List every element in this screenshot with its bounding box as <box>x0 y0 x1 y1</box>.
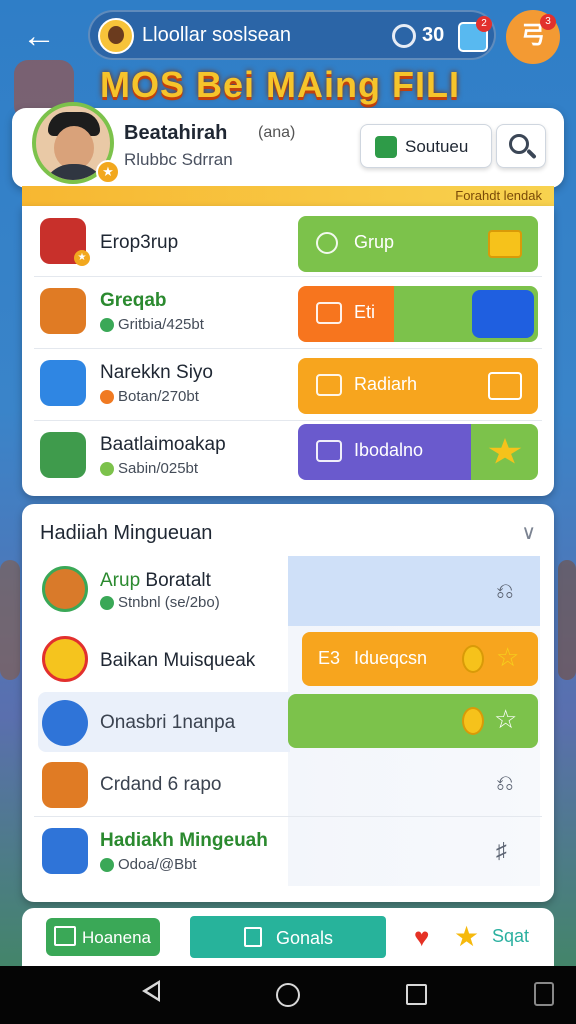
list-item[interactable]: Greqab Gritbia/425bt Eti <box>22 276 554 348</box>
profile-subtitle: Rlubbc Sdrran <box>124 150 233 169</box>
ticket-icon <box>488 230 522 258</box>
profile-tag: (ana) <box>258 124 296 141</box>
search-icon <box>316 232 338 254</box>
menu-badge: 3 <box>540 14 556 30</box>
level-star-icon: ★ <box>96 160 120 184</box>
coin-icon <box>392 24 416 48</box>
item-title: Greqab <box>100 290 167 311</box>
item-subtitle: Sabin/025bt <box>118 460 199 477</box>
home-button[interactable]: Hoanena <box>46 918 160 956</box>
status-icon <box>100 390 114 404</box>
list-item[interactable]: Baatlaimoakap Sabin/025bt Ibodalno <box>22 420 554 492</box>
check-icon <box>100 318 114 332</box>
item-title: Baikan Muisqueak <box>100 650 256 671</box>
list-item[interactable]: Crdand 6 rapo ⎌ <box>22 754 554 816</box>
bell-icon[interactable]: ⎌ <box>496 770 514 796</box>
info-strip: Forahdt lendak <box>22 186 554 206</box>
rotate-icon[interactable] <box>534 982 554 1006</box>
check-icon <box>100 858 114 872</box>
list-item[interactable]: Hadiakh Mingeuah Odoa/@Bbt ♯ <box>22 816 554 888</box>
chat-icon <box>316 374 342 396</box>
weekly-reward-panel: Hadiiah Mingueuan ∨ Arup Boratalt Stnbnl… <box>22 504 554 902</box>
list-item[interactable]: Onasbri 1nanpa ☆ <box>22 692 554 754</box>
coin-count: 30 <box>422 24 445 46</box>
gift-badge: 2 <box>476 16 492 32</box>
item-title: Hadiakh Mingeuah <box>100 830 268 851</box>
claim-button[interactable]: ☆ <box>288 694 538 748</box>
start-label[interactable]: Sqat <box>492 926 529 947</box>
star-icon: ☆ <box>496 642 520 672</box>
item-title: Crdand 6 rapo <box>100 774 222 795</box>
item-title: Baatlaimoakap <box>100 434 226 455</box>
smiley-icon <box>42 636 88 682</box>
nav-recent-apps-icon[interactable] <box>406 984 427 1005</box>
edit-icon <box>316 302 342 324</box>
shop-icon <box>42 828 88 874</box>
shop-icon <box>40 432 86 478</box>
heart-icon[interactable]: ♥ <box>414 922 429 953</box>
item-subtitle: Botan/270bt <box>118 388 199 405</box>
puzzle-icon[interactable]: ♯ <box>496 838 507 864</box>
item-subtitle: Gritbia/425bt <box>118 316 204 333</box>
top-username: Lloollar soslsean <box>142 24 291 46</box>
group-button[interactable]: Grup <box>298 216 538 272</box>
user-pill[interactable]: Lloollar soslsean 30 2 <box>88 10 496 60</box>
game-banner-title: MOS Bei MAing FILI <box>100 64 460 105</box>
coin-icon <box>462 707 484 735</box>
gift-box-icon <box>40 288 86 334</box>
background-tile <box>558 560 576 680</box>
star-icon[interactable]: ★ <box>454 920 479 953</box>
goals-icon <box>244 927 262 947</box>
bottom-action-bar: Hoanena Gonals ♥ ★ Sqat <box>22 908 554 966</box>
background-tile <box>0 560 20 680</box>
star-icon <box>488 438 522 464</box>
gift-box-icon <box>42 762 88 808</box>
back-arrow-icon[interactable]: ← <box>22 18 62 58</box>
strip-right-text: Forahdt lendak <box>455 188 542 203</box>
reward-button[interactable]: E3 Idueqcsn ☆ <box>302 632 538 686</box>
chevron-down-icon[interactable]: ∨ <box>521 520 536 545</box>
top-bar: ← Lloollar soslsean 30 2 弓 3 <box>0 0 576 70</box>
profile-card: ★ Beatahirah (ana) Rlubbc Sdrran Soutueu <box>12 102 564 188</box>
item-title: Onasbri 1nanpa <box>100 712 236 733</box>
panel-title: Hadiiah Mingueuan <box>40 522 213 544</box>
item-title: Arup Boratalt <box>100 570 211 591</box>
star-outline-icon: ☆ <box>494 704 518 734</box>
puzzle-icon <box>375 136 397 158</box>
solution-button[interactable]: Soutueu <box>360 124 492 168</box>
check-icon <box>100 462 114 476</box>
coin-icon <box>462 645 484 673</box>
list-item[interactable]: Baikan Muisqueak E3 Idueqcsn ☆ <box>22 628 554 690</box>
edit-button[interactable]: Eti <box>298 286 538 342</box>
badge-icon: ★ <box>74 250 90 266</box>
item-subtitle: Stnbnl (se/2bo) <box>118 594 220 611</box>
machine-icon <box>40 360 86 406</box>
item-title: Narekkn Siyo <box>100 362 213 383</box>
group-list-panel: ★ Erop3rup Grup Greqab Gritbia/425bt Eti… <box>22 206 554 496</box>
search-button[interactable] <box>496 124 546 168</box>
upload-icon[interactable] <box>472 290 534 338</box>
list-item[interactable]: Arup Boratalt Stnbnl (se/2bo) ⎌ <box>22 556 554 628</box>
wrench-icon <box>42 700 88 746</box>
profile-name: Beatahirah <box>124 122 228 144</box>
goals-button[interactable]: Gonals <box>190 916 386 958</box>
item-title: Erop3rup <box>100 232 179 253</box>
system-navigation-bar <box>0 966 576 1024</box>
basket-icon <box>488 372 522 400</box>
bell-icon[interactable]: ⎌ <box>496 578 514 604</box>
mail-button[interactable]: Ibodalno <box>298 424 538 480</box>
check-icon <box>100 596 114 610</box>
home-icon <box>54 926 76 946</box>
nav-home-icon[interactable] <box>276 983 300 1007</box>
gift-box-icon <box>42 566 88 612</box>
mail-icon <box>316 440 342 462</box>
solution-label: Soutueu <box>405 137 469 156</box>
list-item[interactable]: ★ Erop3rup Grup <box>22 206 554 276</box>
avatar <box>98 18 134 54</box>
list-item[interactable]: Narekkn Siyo Botan/270bt Radiarh <box>22 348 554 420</box>
radar-button[interactable]: Radiarh <box>298 358 538 414</box>
item-subtitle: Odoa/@Bbt <box>118 856 197 873</box>
